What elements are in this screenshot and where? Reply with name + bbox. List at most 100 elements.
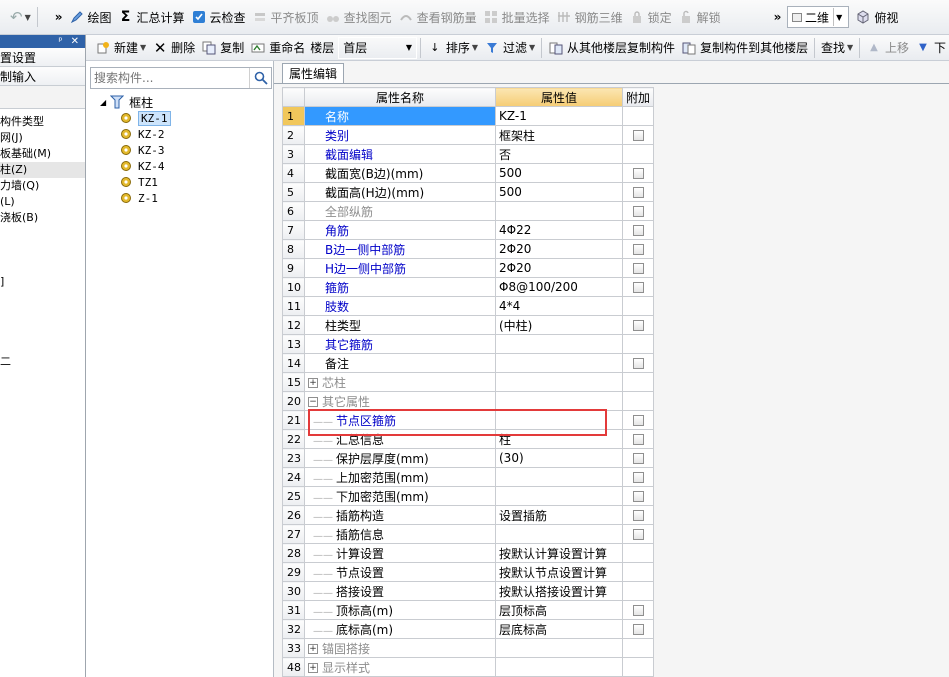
property-row[interactable]: 28 —— 计算设置 按默认计算设置计算 [282,543,655,563]
property-row[interactable]: 23 —— 保护层厚度(mm) (30) [282,448,655,468]
property-row[interactable]: 20− 其它属性 [282,391,655,411]
property-row[interactable]: 14 备注 [282,353,655,373]
property-value-cell[interactable]: 按默认节点设置计算 [495,562,623,582]
extra-checkbox[interactable] [632,244,644,255]
nav-tree-item[interactable]: 二 [0,354,85,370]
nav-tree-item[interactable] [0,258,85,274]
extra-checkbox[interactable] [632,168,644,179]
copy-from-floor-button[interactable]: 从其他楼层复制构件 [545,37,678,59]
extra-checkbox[interactable] [632,624,644,635]
property-value-cell[interactable]: (30) [495,448,623,468]
property-row[interactable]: 11 肢数 4*4 [282,296,655,316]
property-value-cell[interactable]: 层顶标高 [495,600,623,620]
nav-tree-item[interactable]: 构件类型 [0,114,85,130]
move-up-button[interactable]: ▲ 上移 [863,37,912,59]
property-value-cell[interactable]: 按默认计算设置计算 [495,543,623,563]
overflow-chevron-icon[interactable]: » [55,10,63,24]
property-value-cell[interactable]: 按默认搭接设置计算 [495,581,623,601]
property-value-cell[interactable]: KZ-1 [495,106,623,126]
rebar-3d-button[interactable]: 钢筋三维 [553,5,626,29]
property-row[interactable]: 15 + 芯柱 [282,372,655,392]
tree-node[interactable]: KZ-1 [120,110,171,126]
property-row[interactable]: 26 —— 插筋构造 设置插筋 [282,505,655,525]
nav-tree-item[interactable] [0,242,85,258]
property-row[interactable]: 3 截面编辑 否 [282,144,655,164]
property-row[interactable]: 12 柱类型 (中柱) [282,315,655,335]
new-button[interactable]: 新建 ▼ [92,37,149,59]
nav-tree-item[interactable]: 柱(Z) [0,162,85,178]
undo-button[interactable]: ↶ ▼ [0,5,34,29]
find-element-button[interactable]: 查找图元 [322,5,395,29]
close-icon[interactable]: ✕ [71,36,79,47]
nav-tree-item[interactable] [0,338,85,354]
property-row[interactable]: 2 类别 框架柱 [282,125,655,145]
extra-checkbox[interactable] [632,225,644,236]
nav-tree-item[interactable] [0,306,85,322]
extra-checkbox[interactable] [632,453,644,464]
property-value-cell[interactable]: 设置插筋 [495,505,623,525]
property-value-cell[interactable]: 框架柱 [495,125,623,145]
expand-icon[interactable]: + [308,644,318,654]
property-row[interactable]: 1 名称 KZ-1 [282,106,655,126]
nav-tree-item[interactable]: 浇板(B) [0,210,85,226]
lock-button[interactable]: 锁定 [626,5,675,29]
property-value-cell[interactable] [495,486,623,506]
extra-checkbox[interactable] [632,472,644,483]
property-row[interactable]: 5 截面高(H边)(mm) 500 [282,182,655,202]
tree-node[interactable]: KZ-3 [120,142,171,158]
cloud-check-button[interactable]: 云检查 [188,5,249,29]
property-value-cell[interactable] [495,353,623,373]
nav-tree-item[interactable]: 板基础(M) [0,146,85,162]
property-value-cell[interactable] [495,638,623,658]
property-value-cell[interactable]: 2Φ20 [495,239,623,259]
view-rebar-qty-button[interactable]: 查看钢筋量 [395,5,480,29]
extra-checkbox[interactable] [632,263,644,274]
property-row[interactable]: 27 —— 插筋信息 [282,524,655,544]
tab-property-edit[interactable]: 属性编辑 [282,63,345,83]
find-button[interactable]: 查找 ▼ [818,37,856,59]
property-row[interactable]: 10 箍筋 Φ8@100/200 [282,277,655,297]
pin-icon[interactable]: ᵖ [58,36,62,47]
collapse-icon[interactable]: − [308,397,318,407]
property-value-cell[interactable] [495,524,623,544]
tree-node[interactable]: Z-1 [120,190,171,206]
rename-button[interactable]: 重命名 [247,37,308,59]
extra-checkbox[interactable] [632,320,644,331]
nav-tree-item[interactable]: 网(J) [0,130,85,146]
property-value-cell[interactable]: (中柱) [495,315,623,335]
tree-root-frame-column[interactable]: ◢ 框柱 [100,94,171,110]
property-value-cell[interactable] [495,467,623,487]
property-value-cell[interactable] [495,657,623,677]
expand-icon[interactable]: + [308,378,318,388]
filter-button[interactable]: 过滤 ▼ [481,37,538,59]
tree-node[interactable]: KZ-4 [120,158,171,174]
property-value-cell[interactable] [495,391,623,411]
property-row[interactable]: 22 —— 汇总信息柱 [282,429,655,449]
search-input[interactable] [91,69,249,87]
property-row[interactable]: 9 H边一侧中部筋 2Φ20 [282,258,655,278]
overflow-chevron-icon[interactable]: » [774,10,782,24]
nav-tree-item[interactable]: ] [0,274,85,290]
property-row[interactable]: 33 + 锚固搭接 [282,638,655,658]
property-value-cell[interactable]: 否 [495,144,623,164]
extra-checkbox[interactable] [632,187,644,198]
property-row[interactable]: 8 B边一侧中部筋 2Φ20 [282,239,655,259]
property-row[interactable]: 48 + 显示样式 [282,657,655,677]
extra-checkbox[interactable] [632,282,644,293]
summary-calc-button[interactable]: Σ 汇总计算 [115,5,188,29]
property-row[interactable]: 6 全部纵筋 [282,201,655,221]
property-row[interactable]: 4 截面宽(B边)(mm) 500 [282,163,655,183]
top-view-button[interactable]: 俯视 [852,5,901,29]
sort-button[interactable]: ↓ 排序 ▼ [424,37,481,59]
property-value-cell[interactable]: Φ8@100/200 [495,277,623,297]
property-value-cell[interactable] [495,410,623,430]
extra-checkbox[interactable] [632,529,644,540]
property-row[interactable]: 29 —— 节点设置 按默认节点设置计算 [282,562,655,582]
property-row[interactable]: 31 —— 顶标高(m) 层顶标高 [282,600,655,620]
property-row[interactable]: 21 —— 节点区箍筋 [282,410,655,430]
view-mode-select[interactable]: 二维 ▼ [787,6,850,28]
nav-input-tab[interactable]: 制输入 [0,67,85,86]
tree-node[interactable]: KZ-2 [120,126,171,142]
collapse-icon[interactable]: ◢ [100,98,106,107]
tree-node[interactable]: TZ1 [120,174,171,190]
